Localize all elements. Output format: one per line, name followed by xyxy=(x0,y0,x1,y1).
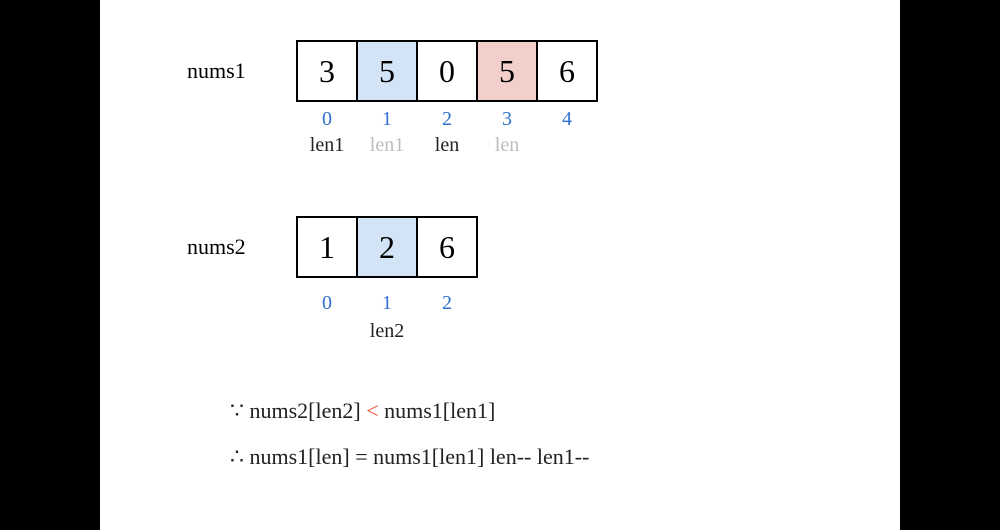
nums2-index-0: 0 xyxy=(296,292,358,315)
expr2-text: nums1[len] = nums1[len1] len-- len1-- xyxy=(250,444,590,469)
nums2-index-2: 2 xyxy=(416,292,478,315)
nums2-indices: 012 xyxy=(296,292,478,315)
nums1-label: nums1 xyxy=(187,58,246,84)
nums1-index-1: 1 xyxy=(356,108,418,131)
nums1-index-4: 4 xyxy=(536,108,598,131)
nums1-array: 35056 xyxy=(296,40,598,102)
diagram-stage: nums1 35056 01234 len1len1lenlen nums2 1… xyxy=(100,0,900,530)
nums1-pointers: len1len1lenlen xyxy=(296,134,598,157)
because-symbol: ∵ xyxy=(230,398,250,423)
nums2-pointers: len2 xyxy=(296,320,478,343)
nums2-cell-0: 1 xyxy=(296,216,358,278)
nums1-pointer-1: len1 xyxy=(356,134,418,157)
nums1-indices: 01234 xyxy=(296,108,598,131)
nums2-pointer-2 xyxy=(416,320,478,343)
expr1-left: nums2[len2] xyxy=(250,398,367,423)
nums1-cell-4: 6 xyxy=(536,40,598,102)
nums1-index-3: 3 xyxy=(476,108,538,131)
nums2-pointer-1: len2 xyxy=(356,320,418,343)
nums1-index-0: 0 xyxy=(296,108,358,131)
nums1-pointer-2: len xyxy=(416,134,478,157)
sidebar-left xyxy=(0,0,100,530)
nums1-cell-3: 5 xyxy=(476,40,538,102)
lt-symbol: < xyxy=(366,398,378,423)
nums2-index-1: 1 xyxy=(356,292,418,315)
nums1-cell-1: 5 xyxy=(356,40,418,102)
nums1-pointer-3: len xyxy=(476,134,538,157)
sidebar-right xyxy=(900,0,1000,530)
nums1-cell-2: 0 xyxy=(416,40,478,102)
expr-because: ∵ nums2[len2] < nums1[len1] xyxy=(230,398,495,424)
expr1-right: nums1[len1] xyxy=(384,398,495,423)
nums1-pointer-0: len1 xyxy=(296,134,358,157)
nums2-label: nums2 xyxy=(187,234,246,260)
nums1-pointer-4 xyxy=(536,134,598,157)
nums2-cell-1: 2 xyxy=(356,216,418,278)
therefore-symbol: ∴ xyxy=(230,444,250,469)
nums1-index-2: 2 xyxy=(416,108,478,131)
nums1-cell-0: 3 xyxy=(296,40,358,102)
expr-therefore: ∴ nums1[len] = nums1[len1] len-- len1-- xyxy=(230,444,589,470)
nums2-array: 126 xyxy=(296,216,478,278)
nums2-pointer-0 xyxy=(296,320,358,343)
nums2-cell-2: 6 xyxy=(416,216,478,278)
